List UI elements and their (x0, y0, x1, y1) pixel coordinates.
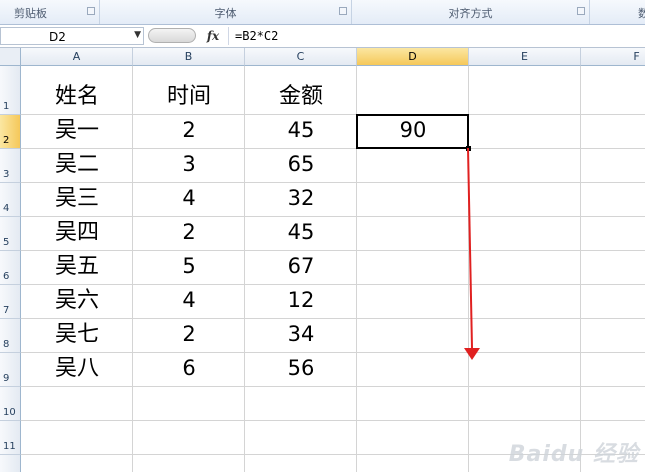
gridline-horizontal (21, 386, 645, 387)
cell-c5[interactable]: 45 (245, 216, 357, 249)
row-header-5[interactable]: 5 (0, 217, 21, 251)
cell-b8[interactable]: 2 (133, 318, 245, 351)
column-header-f[interactable]: F (581, 48, 645, 66)
cell-c2[interactable]: 45 (245, 114, 357, 147)
cell-c7[interactable]: 12 (245, 284, 357, 317)
row-number: 7 (3, 305, 10, 316)
row-header-1[interactable]: 1 (0, 66, 21, 115)
column-header-c[interactable]: C (245, 48, 357, 66)
arrow-shaft (467, 148, 473, 349)
row-header-9[interactable]: 9 (0, 353, 21, 387)
ribbon-group-label: 字体 (214, 7, 237, 20)
ribbon-group-label: 对齐方式 (448, 7, 493, 20)
row-header-4[interactable]: 4 (0, 183, 21, 217)
ribbon-group-font: 字体 (100, 0, 352, 24)
cell-c1[interactable]: 金额 (245, 80, 357, 113)
cell-a7[interactable]: 吴六 (21, 284, 133, 317)
formula-bar-resize-handle[interactable] (148, 28, 196, 43)
red-down-arrow (464, 148, 480, 360)
cell-c8[interactable]: 34 (245, 318, 357, 351)
row-number: 10 (3, 407, 16, 418)
ribbon-group-label: 数 (638, 7, 645, 20)
column-header-e[interactable]: E (469, 48, 581, 66)
row-header-8[interactable]: 8 (0, 319, 21, 353)
name-box[interactable]: D2 ▼ (0, 27, 144, 45)
cell-a2[interactable]: 吴一 (21, 114, 133, 147)
cell-a9[interactable]: 吴八 (21, 352, 133, 385)
gridline-vertical (580, 66, 581, 472)
column-header-a[interactable]: A (21, 48, 133, 66)
cell-c9[interactable]: 56 (245, 352, 357, 385)
row-number: 1 (3, 101, 10, 112)
row-number: 9 (3, 373, 10, 384)
ribbon-group-number: 数 (590, 0, 645, 24)
cell-a8[interactable]: 吴七 (21, 318, 133, 351)
row-number: 6 (3, 271, 10, 282)
cell-b6[interactable]: 5 (133, 250, 245, 283)
cell-b9[interactable]: 6 (133, 352, 245, 385)
ribbon-group-bar: 剪贴板 字体 对齐方式 数 (0, 0, 645, 25)
row-number: 2 (3, 135, 10, 146)
row-header-7[interactable]: 7 (0, 285, 21, 319)
cell-b5[interactable]: 2 (133, 216, 245, 249)
formula-input[interactable]: =B2*C2 (228, 27, 645, 45)
cell-b2[interactable]: 2 (133, 114, 245, 147)
ribbon-group-clipboard: 剪贴板 (0, 0, 100, 24)
cell-b3[interactable]: 3 (133, 148, 245, 181)
excel-window: 剪贴板 字体 对齐方式 数 D2 ▼ fx =B2*C2 ABCDEF 1234… (0, 0, 645, 472)
chevron-down-icon[interactable]: ▼ (134, 30, 141, 40)
name-box-value: D2 (49, 30, 66, 44)
select-all-button[interactable] (0, 48, 21, 66)
cell-a4[interactable]: 吴三 (21, 182, 133, 215)
dialog-launcher-icon[interactable] (87, 7, 95, 15)
cell-b7[interactable]: 4 (133, 284, 245, 317)
row-header-12[interactable]: 12 (0, 455, 21, 472)
dialog-launcher-icon[interactable] (577, 7, 585, 15)
arrow-head (464, 348, 480, 360)
cell-c6[interactable]: 67 (245, 250, 357, 283)
ribbon-group-alignment: 对齐方式 (352, 0, 590, 24)
row-header-2[interactable]: 2 (0, 115, 21, 149)
column-header-d[interactable]: D (357, 48, 469, 66)
row-header-10[interactable]: 10 (0, 387, 21, 421)
baidu-watermark: Baidu 经验 (508, 442, 639, 467)
worksheet-grid[interactable]: ABCDEF 123456789101112 姓名时间金额吴一24590吴二36… (0, 48, 645, 472)
row-header-6[interactable]: 6 (0, 251, 21, 285)
cell-a1[interactable]: 姓名 (21, 80, 133, 113)
row-number: 3 (3, 169, 10, 180)
cell-a5[interactable]: 吴四 (21, 216, 133, 249)
cell-a6[interactable]: 吴五 (21, 250, 133, 283)
cell-a3[interactable]: 吴二 (21, 148, 133, 181)
gridline-horizontal (21, 420, 645, 421)
cell-b1[interactable]: 时间 (133, 80, 245, 113)
row-number: 4 (3, 203, 10, 214)
ribbon-group-label: 剪贴板 (14, 7, 47, 20)
column-header-b[interactable]: B (133, 48, 245, 66)
dialog-launcher-icon[interactable] (339, 7, 347, 15)
formula-bar: D2 ▼ fx =B2*C2 (0, 25, 645, 48)
row-number: 8 (3, 339, 10, 350)
cell-c4[interactable]: 32 (245, 182, 357, 215)
row-number: 5 (3, 237, 10, 248)
row-header-11[interactable]: 11 (0, 421, 21, 455)
insert-function-icon[interactable]: fx (202, 27, 224, 45)
cell-b4[interactable]: 4 (133, 182, 245, 215)
row-number: 11 (3, 441, 16, 452)
cell-c3[interactable]: 65 (245, 148, 357, 181)
active-cell-border[interactable] (356, 114, 469, 149)
row-header-3[interactable]: 3 (0, 149, 21, 183)
